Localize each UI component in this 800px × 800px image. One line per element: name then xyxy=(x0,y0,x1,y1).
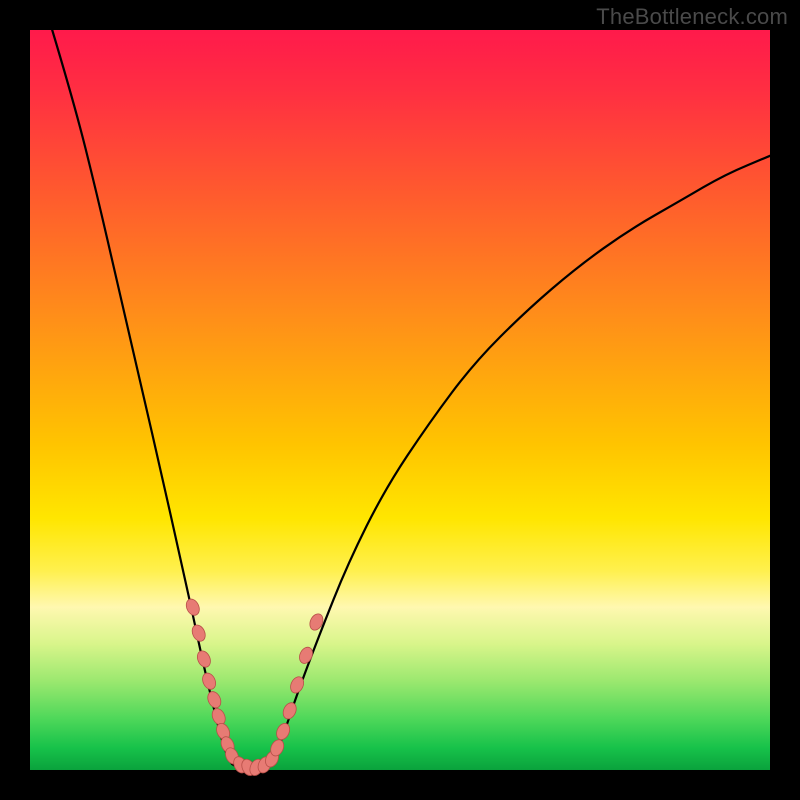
bead-marker xyxy=(205,689,223,709)
bead-marker xyxy=(297,645,315,665)
bead-marker xyxy=(184,597,202,617)
bead-marker xyxy=(195,649,213,669)
bead-marker xyxy=(281,701,299,721)
watermark-text: TheBottleneck.com xyxy=(596,4,788,30)
bead-marker xyxy=(200,671,218,691)
bottleneck-curve xyxy=(52,30,770,769)
chart-frame: TheBottleneck.com xyxy=(0,0,800,800)
bead-group xyxy=(184,597,326,778)
plot-area xyxy=(30,30,770,770)
bead-marker xyxy=(274,721,292,741)
bead-marker xyxy=(190,623,208,643)
curve-svg xyxy=(30,30,770,770)
